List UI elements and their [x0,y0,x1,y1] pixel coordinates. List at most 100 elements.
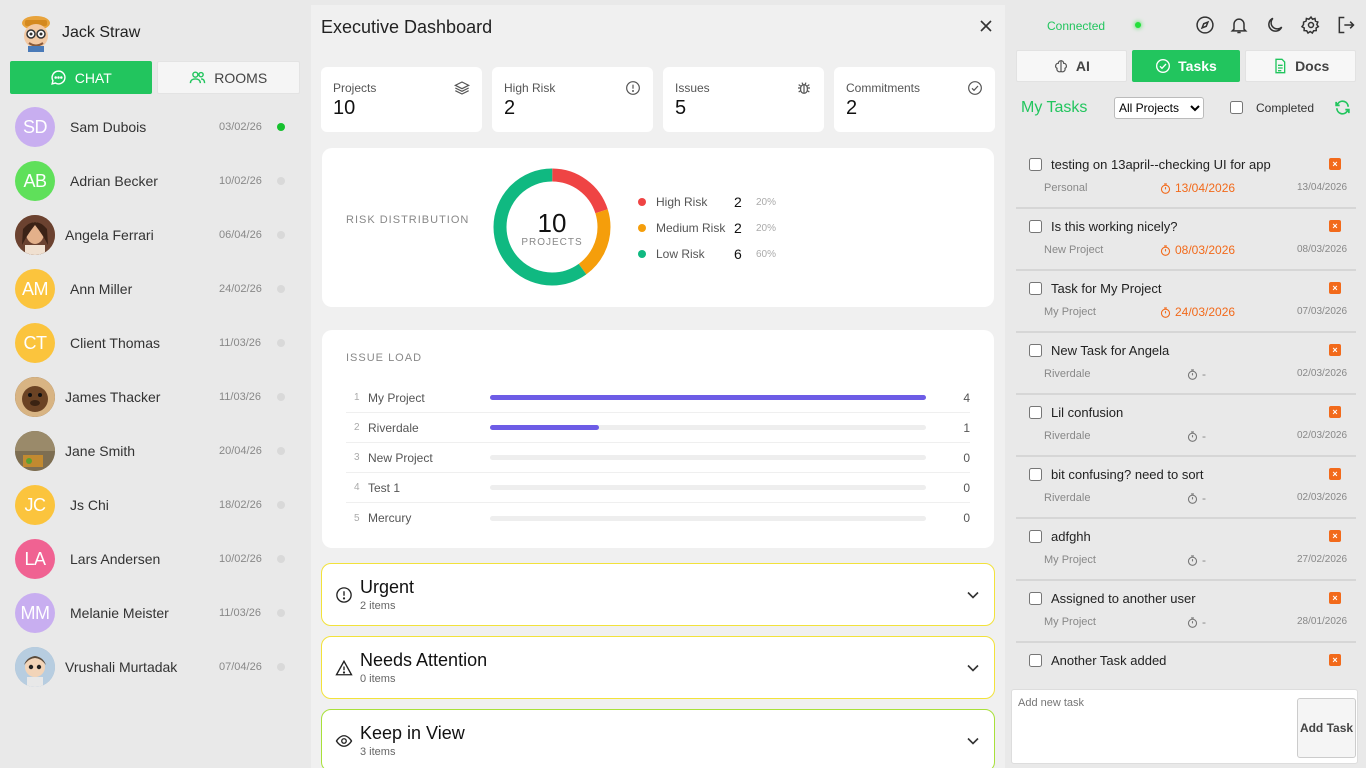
contact-avatar: LA [15,539,55,579]
issue-load-row[interactable]: 4 Test 1 0 [346,473,970,503]
stat-commitments[interactable]: Commitments 2 [834,67,995,132]
task-checkbox[interactable] [1029,530,1042,543]
compass-icon[interactable] [1195,15,1215,35]
presence-dot [277,123,285,131]
contact-item[interactable]: JC Js Chi 18/02/26 [0,478,310,532]
task-due-date: - [1202,429,1206,443]
task-name: bit confusing? need to sort [1051,467,1204,482]
task-checkbox[interactable] [1029,592,1042,605]
contact-item[interactable]: MM Melanie Meister 11/03/26 [0,586,310,640]
task-checkbox[interactable] [1029,282,1042,295]
stat-high-risk[interactable]: High Risk 2 [492,67,653,132]
task-checkbox[interactable] [1029,406,1042,419]
stat-value: 2 [846,97,858,119]
user-name: Jack Straw [62,24,141,41]
section-keep-in-view[interactable]: Keep in View 3 items [321,709,995,768]
issue-load-row[interactable]: 5 Mercury 0 [346,503,970,533]
issue-bar-track [490,515,926,521]
delete-task-icon[interactable]: × [1329,282,1341,294]
tab-ai-label: AI [1075,58,1090,74]
task-checkbox[interactable] [1029,158,1042,171]
delete-task-icon[interactable]: × [1329,406,1341,418]
task-checkbox[interactable] [1029,220,1042,233]
row-project: New Project [368,450,433,465]
delete-task-icon[interactable]: × [1329,592,1341,604]
tab-chat-label: CHAT [74,69,112,86]
task-project: My Project [1044,554,1096,566]
row-index: 1 [354,392,360,403]
task-checkbox[interactable] [1029,344,1042,357]
issue-load-row[interactable]: 1 My Project 4 [346,383,970,413]
delete-task-icon[interactable]: × [1329,530,1341,542]
moon-icon[interactable] [1265,15,1285,35]
contact-item[interactable]: AB Adrian Becker 10/02/26 [0,154,310,208]
issue-load-row[interactable]: 3 New Project 0 [346,443,970,473]
close-icon[interactable] [978,18,994,34]
delete-task-icon[interactable]: × [1329,158,1341,170]
add-task-button[interactable]: Add Task [1297,698,1356,758]
section-count: 2 items [360,600,396,612]
task-checkbox[interactable] [1029,654,1042,667]
new-task-input[interactable] [1018,697,1293,757]
contact-item[interactable]: James Thacker 11/03/26 [0,370,310,424]
chevron-down-icon [967,591,979,599]
section-urgent[interactable]: Urgent 2 items [321,563,995,626]
issue-bar-track [490,425,926,430]
contact-item[interactable]: Vrushali Murtadak 07/04/26 [0,640,310,694]
tab-ai[interactable]: AI [1016,50,1127,82]
delete-task-icon[interactable]: × [1329,220,1341,232]
task-item[interactable]: Task for My Project × My Project 24/03/2026… [1016,271,1356,333]
tab-docs[interactable]: Docs [1245,50,1357,82]
issue-load-card: ISSUE LOAD 1 My Project 4 2 Riverdale 1 3 New P… [322,330,994,548]
task-item[interactable]: bit confusing? need to sort × Riverdale - 02… [1016,457,1356,519]
row-value: 0 [963,450,970,465]
contact-item[interactable]: AM Ann Miller 24/02/26 [0,262,310,316]
refresh-icon[interactable] [1334,99,1351,116]
stat-issues[interactable]: Issues 5 [663,67,824,132]
presence-dot [277,663,285,671]
bug-icon [798,82,810,94]
timer-icon [1187,368,1198,380]
delete-task-icon[interactable]: × [1329,654,1341,666]
task-name: Another Task added [1051,653,1167,668]
task-name: Assigned to another user [1051,591,1196,606]
stat-value: 5 [675,97,687,119]
task-item[interactable]: Is this working nicely? × New Project 08/03… [1016,209,1356,271]
bell-icon[interactable] [1229,15,1249,35]
contact-item[interactable]: CT Client Thomas 11/03/26 [0,316,310,370]
logout-icon[interactable] [1336,15,1356,35]
tab-tasks[interactable]: Tasks [1131,50,1241,82]
tab-chat[interactable]: CHAT [10,61,152,94]
task-item[interactable]: Lil confusion × Riverdale - 02/03/2026 [1016,395,1356,457]
contact-date: 18/02/26 [219,499,262,511]
task-created-date: 02/03/2026 [1297,430,1348,441]
completed-checkbox[interactable] [1230,101,1243,114]
stat-label: High Risk [504,81,556,95]
tab-rooms[interactable]: ROOMS [156,61,300,94]
task-item[interactable]: New Task for Angela × Riverdale - 02/03/2026 [1016,333,1356,395]
contact-item[interactable]: Jane Smith 20/04/26 [0,424,310,478]
task-due: - [1187,491,1206,505]
presence-dot [277,285,285,293]
issue-load-row[interactable]: 2 Riverdale 1 [346,413,970,443]
task-project: Personal [1044,182,1088,194]
delete-task-icon[interactable]: × [1329,344,1341,356]
task-item[interactable]: Another Task added × [1016,643,1356,684]
contact-item[interactable]: Angela Ferrari 06/04/26 [0,208,310,262]
contact-avatar: MM [15,593,55,633]
task-item[interactable]: testing on 13april--checking UI for app ×… [1016,147,1356,209]
delete-task-icon[interactable]: × [1329,468,1341,480]
contact-item[interactable]: LA Lars Andersen 10/02/26 [0,532,310,586]
task-item[interactable]: adfghh × My Project - 27/02/2026 [1016,519,1356,581]
task-checkbox[interactable] [1029,468,1042,481]
task-project: My Project [1044,616,1096,628]
project-filter-select[interactable]: All Projects [1114,97,1204,119]
presence-dot [277,339,285,347]
gear-icon[interactable] [1301,15,1321,35]
task-item[interactable]: Assigned to another user × My Project - 28/0… [1016,581,1356,643]
section-needs-attention[interactable]: Needs Attention 0 items [321,636,995,699]
contact-item[interactable]: SD Sam Dubois 03/02/26 [0,100,310,154]
current-user[interactable]: Jack Straw [18,14,140,52]
stat-projects[interactable]: Projects 10 [321,67,482,132]
contact-date: 11/03/26 [219,337,262,349]
